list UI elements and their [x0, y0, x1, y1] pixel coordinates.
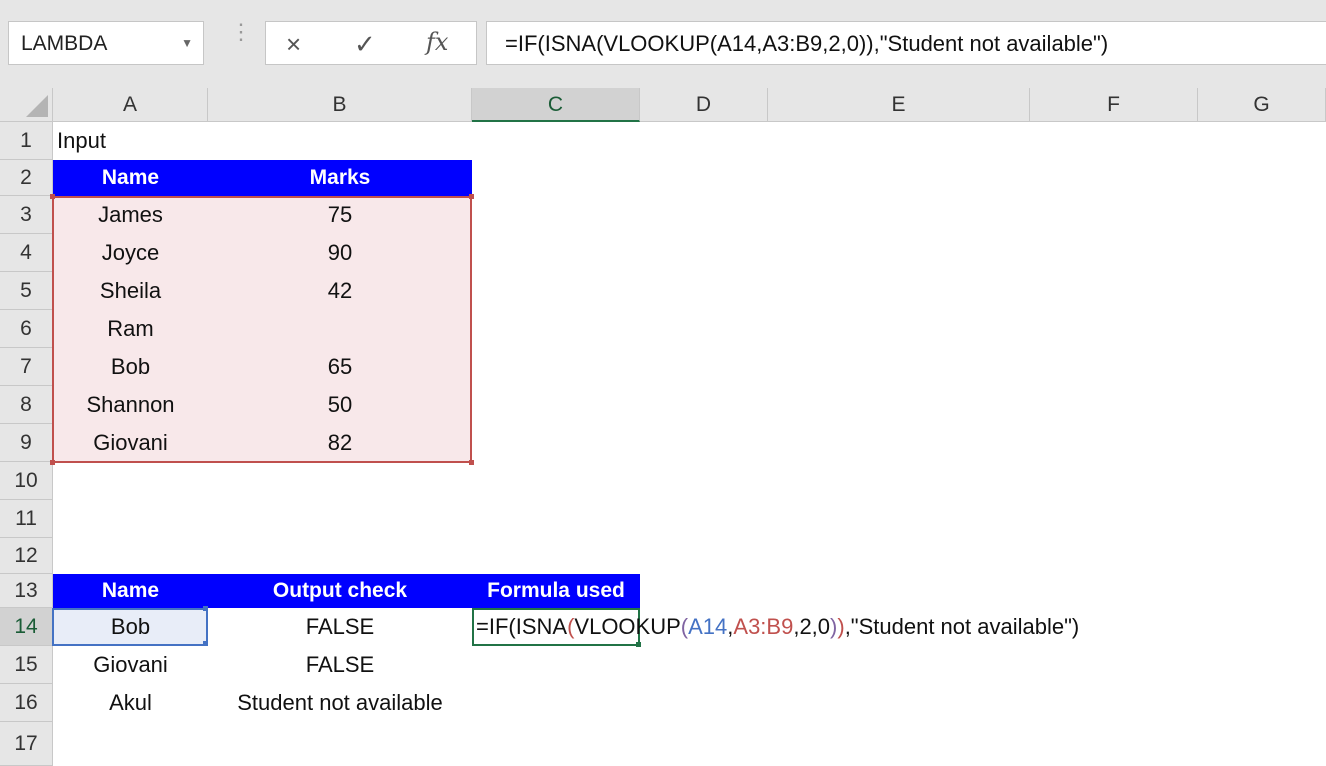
cell-b16[interactable]: Student not available	[208, 684, 472, 722]
formula-paren: (	[680, 614, 689, 639]
chevron-down-icon[interactable]: ▼	[181, 36, 193, 50]
formula-part: VLOOKUP	[574, 614, 681, 639]
range-handle[interactable]	[469, 194, 474, 199]
enter-icon[interactable]: ✓	[354, 29, 376, 60]
formula-paren: )	[837, 614, 845, 639]
formula-ref-a14: A14	[688, 614, 728, 639]
formula-ref-a3-b9: A3:B9	[733, 614, 794, 639]
column-header-d[interactable]: D	[640, 88, 768, 122]
drag-handle-icon[interactable]: ⋮	[230, 21, 252, 43]
cell-a14[interactable]: Bob	[53, 608, 208, 646]
row-header-5[interactable]: 5	[0, 272, 53, 310]
row-header-11[interactable]: 11	[0, 500, 53, 538]
cell-a13[interactable]: Name	[53, 574, 208, 608]
row-header-9[interactable]: 9	[0, 424, 53, 462]
row-header-15[interactable]: 15	[0, 646, 53, 684]
formula-part: ,2,0	[793, 614, 831, 639]
row-header-13[interactable]: 13	[0, 574, 53, 608]
cell-c14-editing[interactable]: =IF(ISNA(VLOOKUP(A14,A3:B9,2,0)),"Studen…	[476, 608, 1079, 646]
cell-b2[interactable]: Marks	[208, 160, 472, 196]
cancel-icon[interactable]: ×	[286, 29, 301, 60]
cell-a1[interactable]: Input	[57, 122, 106, 160]
column-header-b[interactable]: B	[208, 88, 472, 122]
row-header-10[interactable]: 10	[0, 462, 53, 500]
column-header-e[interactable]: E	[768, 88, 1030, 122]
cell-b15[interactable]: FALSE	[208, 646, 472, 684]
row-header-16[interactable]: 16	[0, 684, 53, 722]
cell-b14[interactable]: FALSE	[208, 608, 472, 646]
select-all-button[interactable]	[0, 88, 53, 122]
row-header-1[interactable]: 1	[0, 122, 53, 160]
formula-bar: LAMBDA ▼ ⋮ × ✓ fx =IF(ISNA(VLOOKUP(A14,A…	[0, 0, 1326, 88]
cell-a2[interactable]: Name	[53, 160, 208, 196]
formula-input[interactable]: =IF(ISNA(VLOOKUP(A14,A3:B9,2,0)),"Studen…	[486, 21, 1326, 65]
row-header-2[interactable]: 2	[0, 160, 53, 196]
column-header-f[interactable]: F	[1030, 88, 1198, 122]
cell-a16[interactable]: Akul	[53, 684, 208, 722]
row-header-3[interactable]: 3	[0, 196, 53, 234]
name-box-value: LAMBDA	[21, 32, 108, 55]
insert-function-icon[interactable]: fx	[426, 28, 448, 56]
row-header-7[interactable]: 7	[0, 348, 53, 386]
formula-actions: × ✓ fx	[265, 21, 477, 65]
reference-range-border	[52, 196, 472, 463]
cell-a15[interactable]: Giovani	[53, 646, 208, 684]
spreadsheet-grid: A B C D E F G 1 2 3 4 5 6 7 8 9 10 11 12…	[0, 88, 1326, 766]
formula-text: =IF(ISNA(VLOOKUP(A14,A3:B9,2,0)),"Studen…	[505, 31, 1109, 56]
formula-part: =IF(ISNA	[476, 614, 568, 639]
column-header-a[interactable]: A	[53, 88, 208, 122]
range-handle[interactable]	[50, 194, 55, 199]
row-header-4[interactable]: 4	[0, 234, 53, 272]
cell-b13[interactable]: Output check	[208, 574, 472, 608]
row-header-14[interactable]: 14	[0, 608, 53, 646]
range-handle[interactable]	[469, 460, 474, 465]
column-header-g[interactable]: G	[1198, 88, 1326, 122]
name-box[interactable]: LAMBDA ▼	[8, 21, 204, 65]
column-header-c[interactable]: C	[472, 88, 640, 122]
row-header-8[interactable]: 8	[0, 386, 53, 424]
row-header-12[interactable]: 12	[0, 538, 53, 574]
row-header-6[interactable]: 6	[0, 310, 53, 348]
formula-part: ,"Student not available")	[844, 614, 1080, 639]
range-handle[interactable]	[50, 460, 55, 465]
select-all-icon	[26, 95, 48, 117]
row-header-17[interactable]: 17	[0, 722, 53, 766]
cell-c13[interactable]: Formula used	[472, 574, 640, 608]
